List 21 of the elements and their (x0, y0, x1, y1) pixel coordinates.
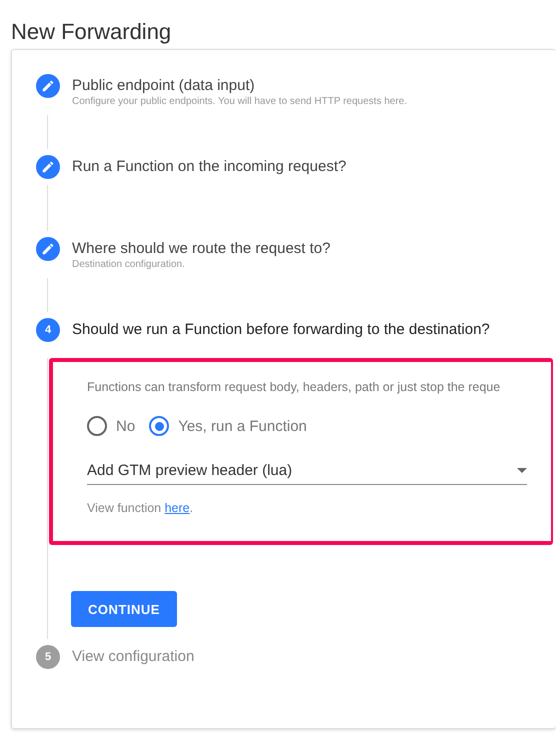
here-link[interactable]: here (164, 501, 190, 515)
edit-icon (36, 74, 60, 98)
step-title[interactable]: Should we run a Function before forwarding to the destination? (72, 321, 490, 339)
edit-icon (36, 155, 60, 179)
dropdown-icon (517, 468, 527, 473)
edit-icon (36, 237, 60, 261)
hint-text: View function here. (87, 501, 194, 515)
function-select[interactable]: Add GTM preview header (lua) (87, 462, 527, 485)
radio-option[interactable]: No (87, 416, 136, 436)
continue-button[interactable]: CONTINUE (71, 591, 177, 627)
step-title[interactable]: Where should we route the request to? (72, 240, 330, 258)
page-title: New Forwarding (10, 18, 172, 46)
step-title[interactable]: View configuration (72, 648, 194, 666)
description: Functions can transform request body, headers, path or just stop the reque (87, 380, 502, 394)
step-title[interactable]: Run a Function on the incoming request? (72, 158, 346, 176)
step-title[interactable]: Public endpoint (data input) (72, 77, 408, 95)
step-subtitle: Destination configuration. (72, 258, 186, 272)
radio-option[interactable]: Yes, run a Function (149, 416, 307, 436)
step-number: 4 (36, 318, 60, 342)
step-subtitle: Configure your public endpoints. You will have to send HTTP requests here. (72, 95, 408, 109)
step-number: 5 (36, 645, 60, 669)
